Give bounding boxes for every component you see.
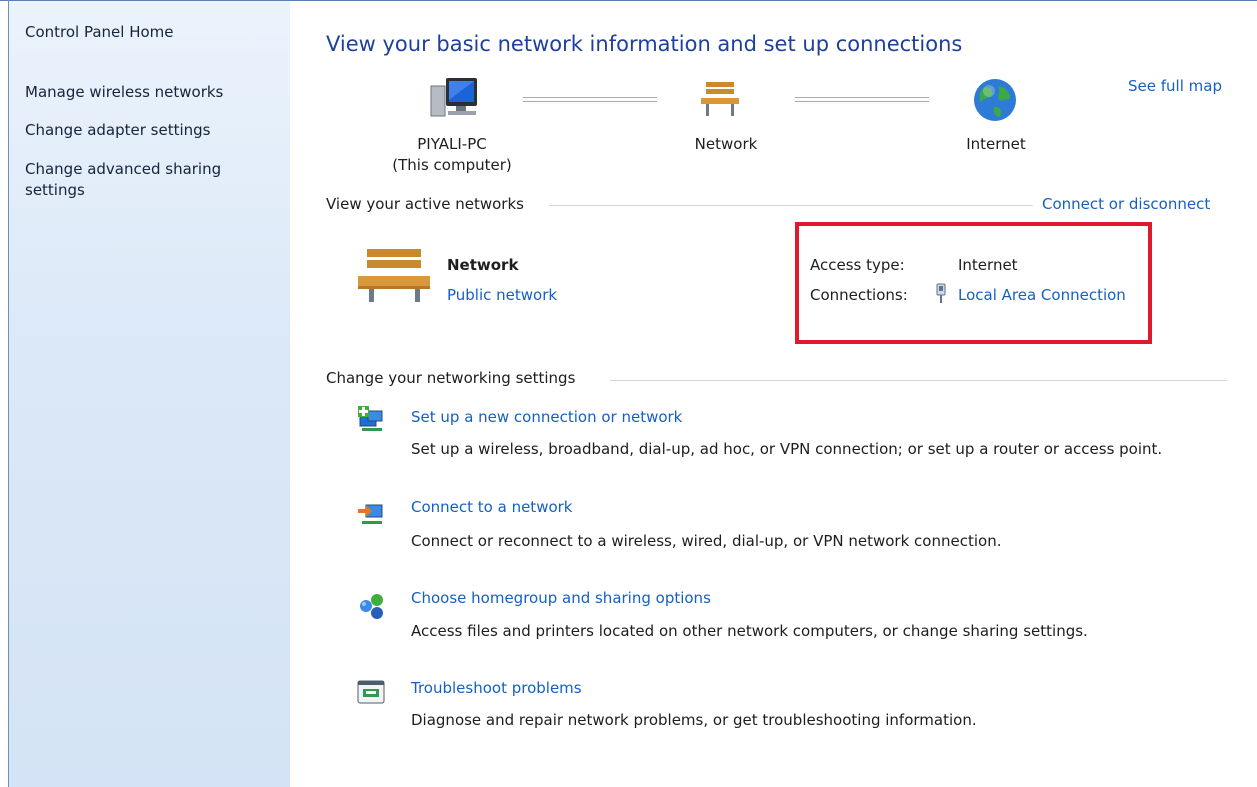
new-connection-icon[interactable] <box>356 403 388 435</box>
globe-internet-icon[interactable] <box>972 77 1018 123</box>
troubleshoot-problems-description: Diagnose and repair network problems, or… <box>411 711 977 729</box>
computer-icon[interactable] <box>428 76 480 122</box>
active-network-name: Network <box>447 256 519 274</box>
connect-to-network-description: Connect or reconnect to a wireless, wire… <box>411 532 1002 550</box>
map-connector-line <box>523 97 657 102</box>
bench-network-icon[interactable] <box>698 77 742 121</box>
connect-network-icon[interactable] <box>356 497 388 529</box>
public-network-link[interactable]: Public network <box>447 286 557 304</box>
troubleshoot-problems-link[interactable]: Troubleshoot problems <box>411 679 582 697</box>
setup-new-connection-description: Set up a wireless, broadband, dial-up, a… <box>411 440 1163 458</box>
bench-network-icon <box>358 249 430 302</box>
connect-or-disconnect-link[interactable]: Connect or disconnect <box>1042 195 1210 213</box>
section-divider <box>549 205 1033 206</box>
page-title: View your basic network information and … <box>326 32 963 56</box>
internet-map-label: Internet <box>966 135 1026 153</box>
homegroup-sharing-description: Access files and printers located on oth… <box>411 622 1088 640</box>
sidebar-item-change-adapter-settings[interactable]: Change adapter settings <box>25 120 275 141</box>
sidebar-item-control-panel-home[interactable]: Control Panel Home <box>25 22 275 43</box>
homegroup-icon[interactable] <box>356 590 388 622</box>
computer-name-label: PIYALI-PC <box>417 135 487 153</box>
networking-settings-heading: Change your networking settings <box>326 369 576 387</box>
sidebar-item-change-advanced-sharing-settings[interactable]: Change advanced sharing settings <box>25 159 250 201</box>
section-divider <box>610 380 1227 381</box>
homegroup-sharing-link[interactable]: Choose homegroup and sharing options <box>411 589 711 607</box>
troubleshoot-icon[interactable] <box>356 677 388 709</box>
setup-new-connection-link[interactable]: Set up a new connection or network <box>411 408 682 426</box>
connect-to-network-link[interactable]: Connect to a network <box>411 498 573 516</box>
network-map-label: Network <box>694 135 758 153</box>
see-full-map-link[interactable]: See full map <box>1128 77 1222 95</box>
map-connector-line <box>795 97 929 102</box>
sidebar-item-manage-wireless-networks[interactable]: Manage wireless networks <box>25 82 275 103</box>
active-networks-heading: View your active networks <box>326 195 524 213</box>
sidebar: Control Panel Home Manage wireless netwo… <box>9 1 290 787</box>
highlight-box <box>795 222 1152 344</box>
computer-subtitle-label: (This computer) <box>392 156 512 174</box>
